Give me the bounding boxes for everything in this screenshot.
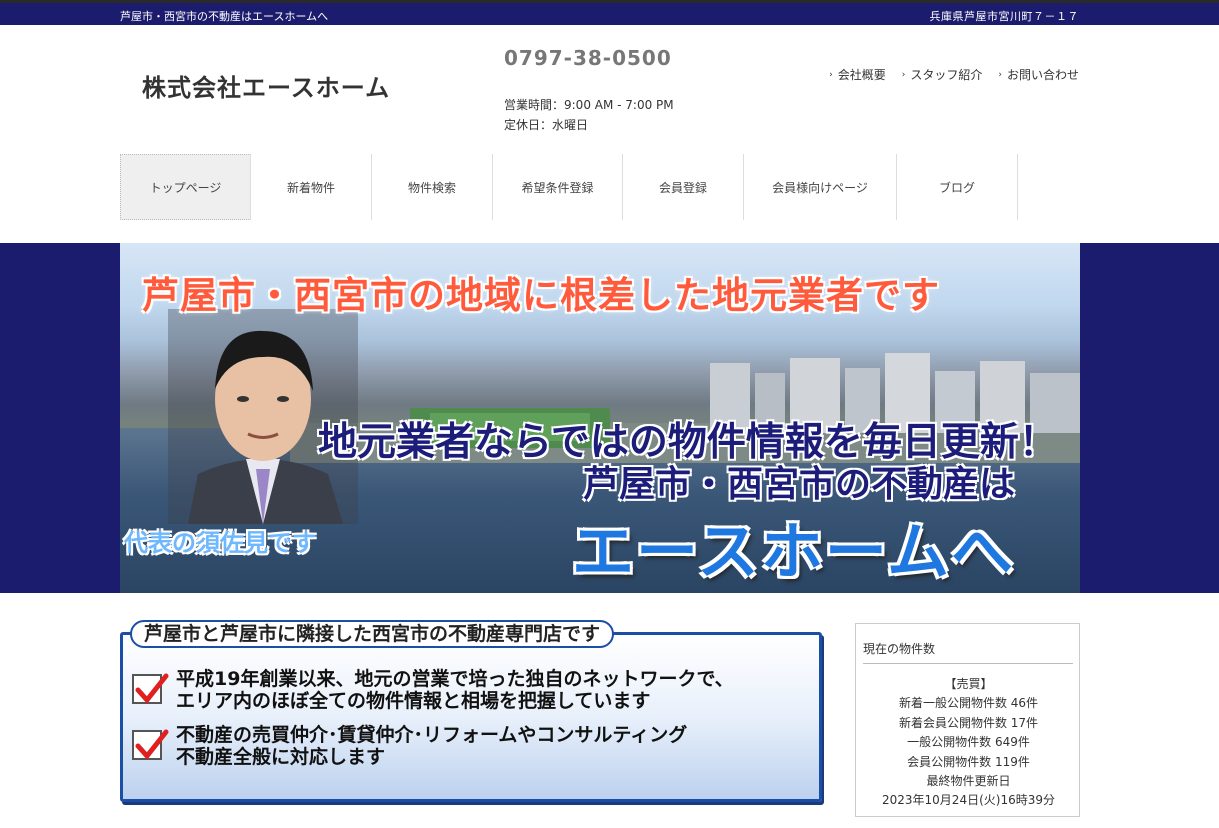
checkbox-icon — [132, 729, 169, 760]
hero-line-2: 芦屋市・西宮市の不動産は — [583, 464, 1016, 505]
nav-item-new[interactable]: 新着物件 — [251, 154, 372, 220]
hero-headline: 芦屋市・西宮市の地域に根差した地元業者です — [142, 274, 940, 317]
promo-point-1-line-1: 平成19年創業以来、地元の営業で培った独自のネットワークで、 — [176, 668, 734, 690]
phone-number: 0797-38-0500 — [504, 46, 672, 70]
header-links: › 会社概要 › スタッフ紹介 › お問い合わせ — [829, 66, 1079, 83]
chevron-right-icon: › — [829, 69, 833, 80]
promo-box — [120, 632, 822, 802]
nav-item-blog[interactable]: ブログ — [897, 154, 1018, 220]
promo-point-2-line-1: 不動産の売買仲介･賃貸仲介･リフォームやコンサルティング — [176, 724, 688, 746]
count-new-member: 新着会員公開物件数 17件 — [898, 715, 1039, 730]
widget-title: 現在の物件数 — [863, 642, 936, 656]
link-staff[interactable]: › スタッフ紹介 — [902, 66, 983, 83]
link-label: お問い合わせ — [1006, 68, 1079, 82]
promo-point-1-line-2: エリア内のほぼ全ての物件情報と相場を把握しています — [176, 690, 651, 712]
check-mark-icon — [135, 729, 169, 760]
link-label: スタッフ紹介 — [910, 68, 983, 82]
nav-item-wishlist[interactable]: 希望条件登録 — [493, 154, 623, 220]
chevron-right-icon: › — [998, 69, 1002, 80]
link-contact[interactable]: › お問い合わせ — [998, 66, 1079, 83]
updated-label: 最終物件更新日 — [926, 774, 1011, 789]
hero-brand: エースホームへ — [572, 515, 1016, 588]
promo-title: 芦屋市と芦屋市に隣接した西宮市の不動産専門店です — [130, 620, 615, 648]
count-general: 一般公開物件数 649件 — [907, 735, 1030, 750]
promo-point-2-line-2: 不動産全般に対応します — [176, 746, 386, 768]
promo-point-1: 平成19年創業以来、地元の営業で培った独自のネットワークで、 エリア内のほぼ全て… — [132, 668, 734, 712]
closed-day-text: 定休日：水曜日 — [504, 118, 589, 132]
divider — [863, 663, 1073, 664]
check-mark-icon — [135, 673, 169, 704]
link-label: 会社概要 — [837, 68, 886, 82]
chevron-right-icon: › — [901, 69, 906, 80]
updated-date: 2023年10月24日(火)16時39分 — [882, 793, 1055, 808]
section-label: 【売買】 — [944, 677, 993, 691]
property-count-widget: 現在の物件数 【売買】 新着一般公開物件数 46件 新着会員公開物件数 17件 … — [855, 623, 1080, 817]
promo-banner: 芦屋市と芦屋市に隣接した西宮市の不動産専門店です 平成19年創業以来、地元の営業… — [120, 620, 822, 802]
company-address: 兵庫県芦屋市宮川町７－１７ — [929, 10, 1079, 23]
hero-caption: 代表の須佐見です — [124, 529, 316, 557]
nav-item-search[interactable]: 物件検索 — [372, 154, 493, 220]
promo-point-2: 不動産の売買仲介･賃貸仲介･リフォームやコンサルティング 不動産全般に対応します — [132, 724, 687, 768]
count-member: 会員公開物件数 119件 — [907, 754, 1030, 769]
hours-text: 営業時間：9:00 AM - 7:00 PM — [504, 98, 674, 112]
site-tagline: 芦屋市・西宮市の不動産はエースホームへ — [120, 10, 329, 23]
top-bar: 芦屋市・西宮市の不動産はエースホームへ 兵庫県芦屋市宮川町７－１７ — [0, 0, 1219, 25]
hero-banner: 芦屋市・西宮市の地域に根差した地元業者です 地元業者ならではの物件情報を毎日更新… — [120, 243, 1080, 593]
checkbox-icon — [132, 673, 169, 704]
nav-item-top[interactable]: トップページ — [120, 154, 251, 220]
count-new-general: 新着一般公開物件数 46件 — [898, 696, 1039, 711]
company-logo[interactable]: 株式会社エースホーム — [142, 68, 390, 103]
global-nav: トップページ 新着物件 物件検索 希望条件登録 会員登録 会員様向けページ ブロ… — [120, 154, 1018, 220]
link-company-profile[interactable]: › 会社概要 — [829, 66, 886, 83]
business-hours: 営業時間：9:00 AM - 7:00 PM 定休日：水曜日 — [504, 95, 674, 135]
nav-item-members[interactable]: 会員様向けページ — [744, 154, 897, 220]
property-count-list: 【売買】 新着一般公開物件数 46件 新着会員公開物件数 17件 一般公開物件数… — [856, 675, 1081, 811]
nav-item-register[interactable]: 会員登録 — [623, 154, 744, 220]
